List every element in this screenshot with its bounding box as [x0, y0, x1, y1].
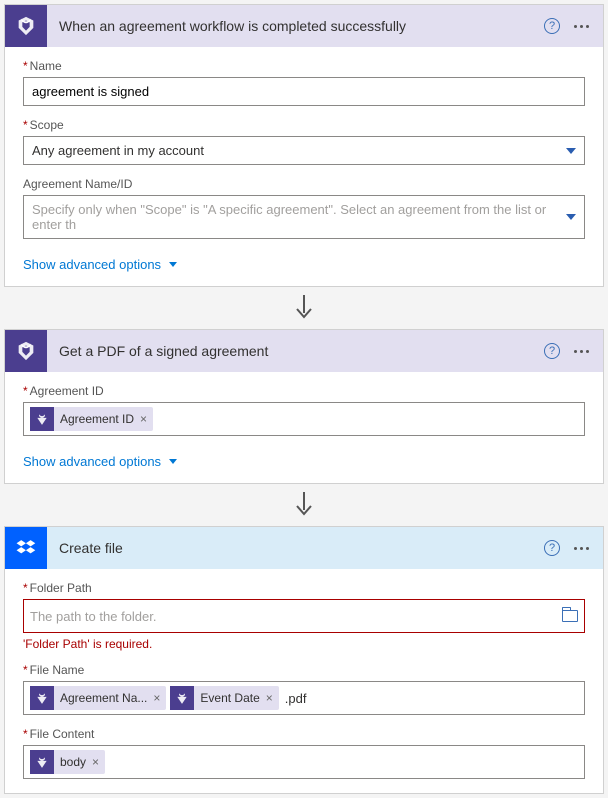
- file-name-input[interactable]: Agreement Na... × Event Date × .pdf: [23, 681, 585, 715]
- adobe-sign-icon: [5, 5, 47, 47]
- folder-picker-icon[interactable]: [562, 610, 578, 622]
- connector-arrow: [4, 287, 604, 329]
- more-icon[interactable]: [574, 350, 589, 353]
- trigger-header[interactable]: When an agreement workflow is completed …: [5, 5, 603, 47]
- scope-value: Any agreement in my account: [32, 143, 204, 158]
- remove-token-icon[interactable]: ×: [140, 412, 147, 426]
- name-label: *Name: [23, 59, 585, 73]
- more-icon[interactable]: [574, 547, 589, 550]
- dropbox-icon: [5, 527, 47, 569]
- adobe-sign-icon: [5, 330, 47, 372]
- name-input[interactable]: [23, 77, 585, 106]
- create-file-header[interactable]: Create file ?: [5, 527, 603, 569]
- file-content-label: *File Content: [23, 727, 585, 741]
- folder-path-placeholder: The path to the folder.: [30, 609, 156, 624]
- agreement-id-input[interactable]: Agreement ID ×: [23, 402, 585, 436]
- create-file-title: Create file: [47, 540, 544, 556]
- chevron-down-icon: [566, 148, 576, 154]
- folder-path-label: *Folder Path: [23, 581, 585, 595]
- scope-label: *Scope: [23, 118, 585, 132]
- adobe-sign-icon: [30, 407, 54, 431]
- connector-arrow: [4, 484, 604, 526]
- remove-token-icon[interactable]: ×: [266, 691, 273, 705]
- trigger-title: When an agreement workflow is completed …: [47, 18, 544, 34]
- get-pdf-card: Get a PDF of a signed agreement ? *Agree…: [4, 329, 604, 484]
- agreement-name-id-label: Agreement Name/ID: [23, 177, 585, 191]
- chevron-down-icon: [169, 459, 177, 464]
- file-content-input[interactable]: body ×: [23, 745, 585, 779]
- adobe-sign-icon: [30, 686, 54, 710]
- trigger-card: When an agreement workflow is completed …: [4, 4, 604, 287]
- create-file-card: Create file ? *Folder Path The path to t…: [4, 526, 604, 794]
- remove-token-icon[interactable]: ×: [92, 755, 99, 769]
- more-icon[interactable]: [574, 25, 589, 28]
- help-icon[interactable]: ?: [544, 540, 560, 556]
- folder-path-error: 'Folder Path' is required.: [23, 637, 585, 651]
- file-name-label: *File Name: [23, 663, 585, 677]
- agreement-placeholder: Specify only when "Scope" is "A specific…: [32, 202, 566, 232]
- remove-token-icon[interactable]: ×: [153, 691, 160, 705]
- token-agreement-id[interactable]: Agreement ID ×: [30, 407, 153, 431]
- get-pdf-title: Get a PDF of a signed agreement: [47, 343, 544, 359]
- show-advanced-link[interactable]: Show advanced options: [23, 257, 177, 272]
- chevron-down-icon: [566, 214, 576, 220]
- chevron-down-icon: [169, 262, 177, 267]
- agreement-name-id-select[interactable]: Specify only when "Scope" is "A specific…: [23, 195, 585, 239]
- file-name-suffix: .pdf: [285, 691, 307, 706]
- token-body[interactable]: body ×: [30, 750, 105, 774]
- help-icon[interactable]: ?: [544, 343, 560, 359]
- folder-path-input[interactable]: The path to the folder.: [23, 599, 585, 633]
- adobe-sign-icon: [30, 750, 54, 774]
- token-agreement-name[interactable]: Agreement Na... ×: [30, 686, 166, 710]
- get-pdf-header[interactable]: Get a PDF of a signed agreement ?: [5, 330, 603, 372]
- help-icon[interactable]: ?: [544, 18, 560, 34]
- show-advanced-link[interactable]: Show advanced options: [23, 454, 177, 469]
- scope-select[interactable]: Any agreement in my account: [23, 136, 585, 165]
- adobe-sign-icon: [170, 686, 194, 710]
- token-event-date[interactable]: Event Date ×: [170, 686, 278, 710]
- agreement-id-label: *Agreement ID: [23, 384, 585, 398]
